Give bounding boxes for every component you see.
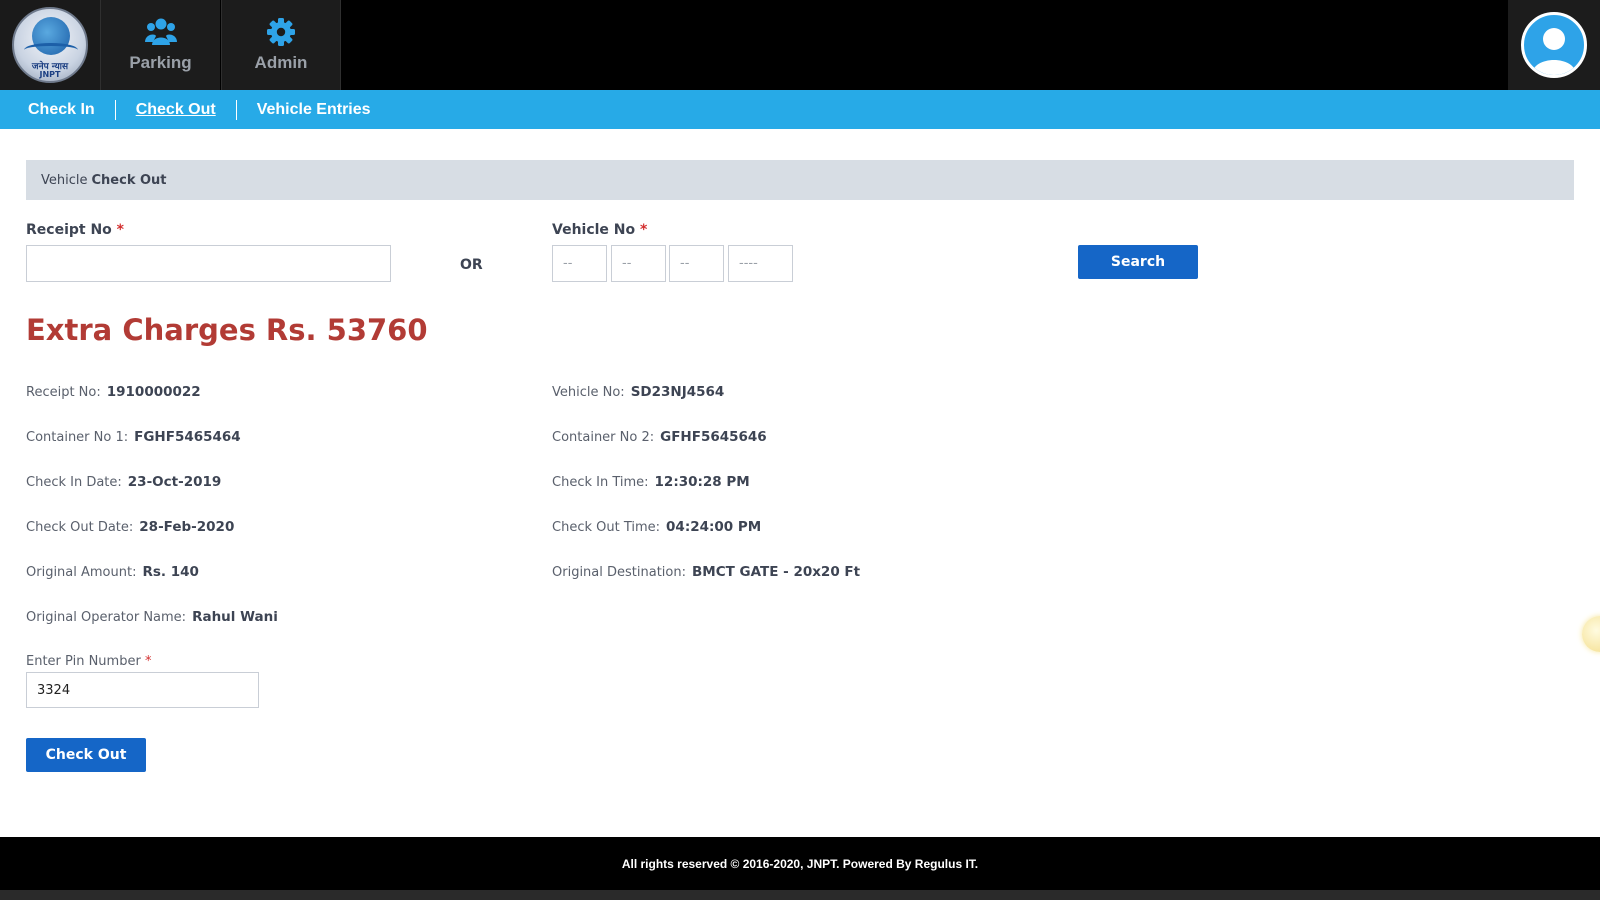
search-button[interactable]: Search: [1078, 245, 1198, 279]
user-menu[interactable]: [1508, 0, 1600, 90]
detail-label: Container No 1:: [26, 430, 129, 445]
subnav-divider: [235, 99, 237, 120]
receipt-no-label: Receipt No *: [26, 222, 124, 238]
top-header: जनेप न्यास JNPT Parking Admin: [0, 0, 1600, 90]
vehicle-no-label: Vehicle No *: [552, 222, 647, 238]
footer-text: All rights reserved © 2016-2020, JNPT. P…: [621, 856, 979, 871]
logo-emblem: जनेप न्यास JNPT: [12, 7, 88, 83]
detail-check-in-date: Check In Date: 23-Oct-2019: [26, 474, 221, 490]
detail-label: Original Destination:: [552, 565, 686, 580]
user-avatar-icon: [1521, 12, 1587, 78]
detail-check-in-time: Check In Time: 12:30:28 PM: [552, 474, 750, 490]
detail-receipt-no: Receipt No: 1910000022: [26, 384, 201, 400]
vehicle-no-part-1[interactable]: [552, 245, 607, 282]
extra-charges-heading: Extra Charges Rs. 53760: [26, 313, 428, 347]
detail-value: GFHF5645646: [660, 429, 767, 445]
vehicle-no-label-text: Vehicle No: [552, 222, 636, 238]
sub-navigation: Check In Check Out Vehicle Entries: [0, 90, 1600, 129]
detail-vehicle-no: Vehicle No: SD23NJ4564: [552, 384, 724, 400]
detail-original-destination: Original Destination: BMCT GATE - 20x20 F…: [552, 564, 860, 580]
detail-label: Check Out Time:: [552, 520, 661, 535]
detail-label: Vehicle No:: [552, 385, 625, 400]
detail-value: BMCT GATE - 20x20 Ft: [691, 564, 861, 580]
detail-value: 28-Feb-2020: [139, 519, 235, 535]
detail-value: SD23NJ4564: [630, 384, 725, 400]
detail-label: Original Operator Name:: [26, 610, 187, 625]
detail-value: Rahul Wani: [192, 609, 278, 625]
receipt-no-input[interactable]: [26, 245, 391, 282]
detail-value: 1910000022: [106, 384, 201, 400]
pin-input[interactable]: [26, 672, 259, 708]
users-icon: [144, 18, 177, 45]
detail-original-amount: Original Amount: Rs. 140: [26, 564, 199, 580]
required-mark: *: [640, 222, 648, 238]
subnav-divider: [114, 99, 116, 120]
gear-icon: [267, 18, 295, 46]
logo-text-jnpt: JNPT: [39, 70, 61, 79]
detail-label: Check In Time:: [552, 475, 649, 490]
panel-title-bold: Check Out: [91, 172, 167, 188]
detail-label: Receipt No:: [26, 385, 101, 400]
pin-label: Enter Pin Number *: [26, 654, 151, 669]
vehicle-no-part-3[interactable]: [669, 245, 724, 282]
detail-check-out-time: Check Out Time: 04:24:00 PM: [552, 519, 761, 535]
required-mark: *: [116, 222, 124, 238]
detail-label: Check Out Date:: [26, 520, 134, 535]
detail-label: Container No 2:: [552, 430, 655, 445]
footer-strip: [0, 890, 1600, 900]
vehicle-no-part-4[interactable]: [728, 245, 793, 282]
detail-label: Original Amount:: [26, 565, 137, 580]
panel-title: Vehicle Check Out: [26, 160, 1574, 200]
or-separator: OR: [460, 257, 483, 273]
pin-label-text: Enter Pin Number: [26, 654, 141, 669]
detail-container-no-1: Container No 1: FGHF5465464: [26, 429, 241, 445]
vehicle-no-part-2[interactable]: [611, 245, 666, 282]
detail-value: 12:30:28 PM: [654, 474, 750, 490]
nav-parking-label: Parking: [129, 53, 192, 72]
subnav-check-in[interactable]: Check In: [28, 101, 95, 119]
footer: All rights reserved © 2016-2020, JNPT. P…: [0, 837, 1600, 890]
detail-value: 04:24:00 PM: [666, 519, 762, 535]
receipt-no-label-text: Receipt No: [26, 222, 112, 238]
subnav-vehicle-entries[interactable]: Vehicle Entries: [257, 101, 371, 119]
nav-admin-label: Admin: [254, 53, 308, 72]
wave-icon: [24, 43, 78, 57]
subnav-check-out[interactable]: Check Out: [136, 101, 216, 119]
detail-container-no-2: Container No 2: GFHF5645646: [552, 429, 767, 445]
check-out-button[interactable]: Check Out: [26, 738, 146, 772]
detail-check-out-date: Check Out Date: 28-Feb-2020: [26, 519, 234, 535]
nav-parking[interactable]: Parking: [100, 0, 220, 90]
detail-value: FGHF5465464: [134, 429, 241, 445]
detail-original-operator: Original Operator Name: Rahul Wani: [26, 609, 278, 625]
nav-admin[interactable]: Admin: [221, 0, 341, 90]
jnpt-logo[interactable]: जनेप न्यास JNPT: [0, 0, 100, 90]
panel-title-prefix: Vehicle: [41, 172, 88, 188]
floating-indicator[interactable]: [1582, 616, 1600, 652]
detail-value: Rs. 140: [142, 564, 199, 580]
detail-value: 23-Oct-2019: [127, 474, 222, 490]
detail-label: Check In Date:: [26, 475, 122, 490]
required-mark: *: [144, 654, 152, 669]
